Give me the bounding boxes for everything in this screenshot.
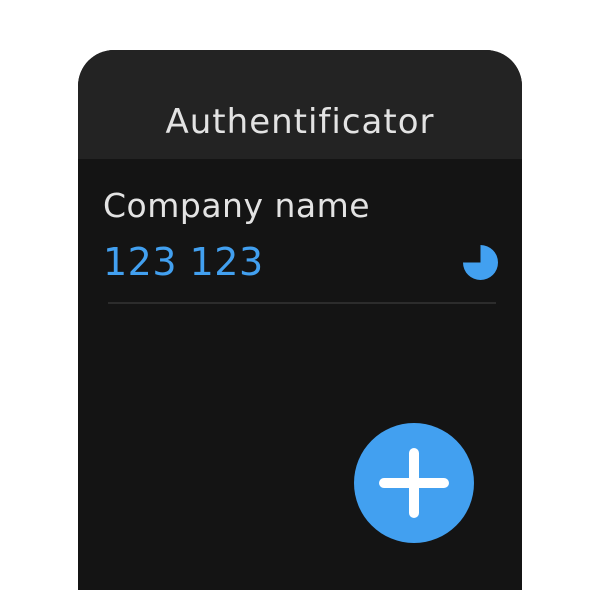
- otp-code: 123 123: [103, 240, 264, 284]
- account-name: Company name: [103, 186, 371, 225]
- app-title: Authentificator: [165, 102, 435, 142]
- countdown-timer-fill: [463, 245, 498, 280]
- list-divider: [108, 302, 496, 304]
- account-item[interactable]: Company name 123 123: [78, 159, 522, 309]
- plus-icon: [379, 448, 449, 518]
- app-header: Authentificator: [78, 50, 522, 159]
- watch-screen: Authentificator Company name 123 123: [78, 50, 522, 590]
- add-account-button[interactable]: [354, 423, 474, 543]
- countdown-timer-icon: [463, 245, 498, 280]
